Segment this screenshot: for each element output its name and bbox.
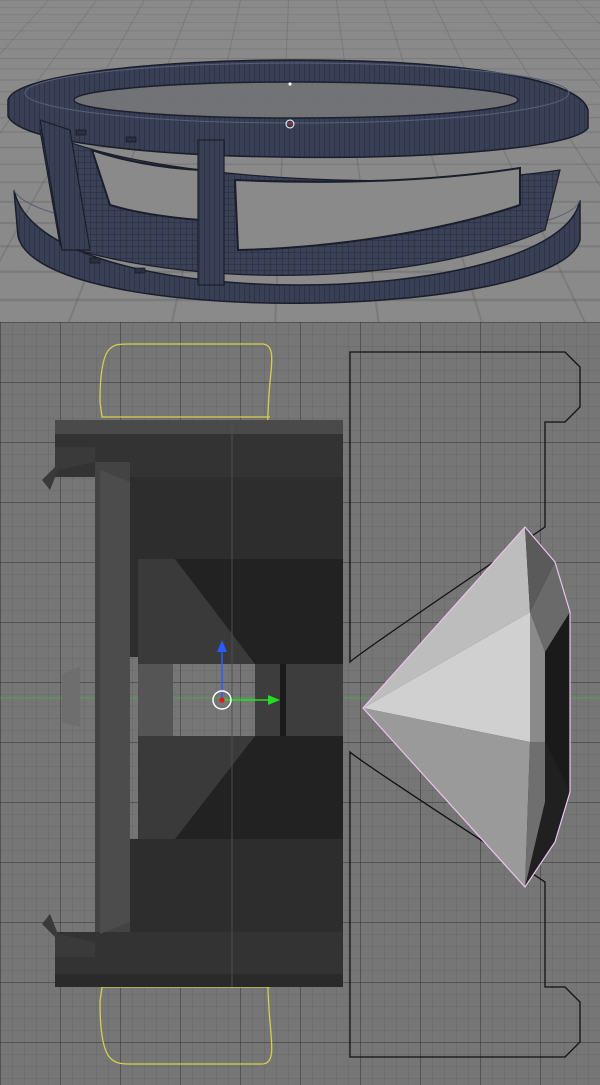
ring-mesh-side[interactable] [0, 322, 600, 1085]
side-viewport[interactable] [0, 322, 600, 1085]
ring-mesh-perspective[interactable] [0, 0, 600, 322]
3d-cursor-icon[interactable] [288, 82, 292, 86]
z-axis-dot-icon [219, 697, 225, 703]
solid-ring-body[interactable] [42, 420, 343, 987]
perspective-viewport[interactable] [0, 0, 600, 322]
